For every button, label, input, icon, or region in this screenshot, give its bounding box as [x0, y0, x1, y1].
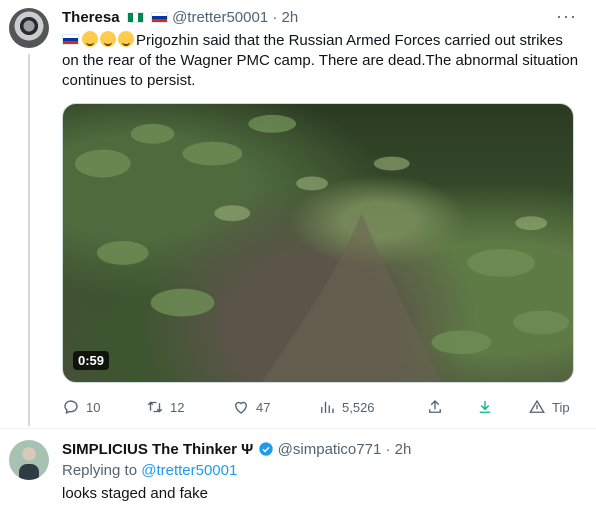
views-count: 5,526	[342, 399, 375, 415]
analytics-icon	[321, 401, 334, 413]
reply-count: 10	[86, 399, 101, 415]
share-button[interactable]	[426, 398, 444, 416]
reply-icon	[64, 400, 78, 415]
replying-to-handle-link[interactable]: @tretter50001	[141, 462, 237, 479]
russia-flag-icon	[62, 34, 79, 45]
relieved-face-icon	[82, 31, 98, 47]
timestamp[interactable]: 2h	[282, 9, 299, 26]
replying-to: Replying to @tretter50001	[62, 462, 237, 479]
video-duration: 0:59	[73, 351, 110, 370]
relieved-face-icon	[118, 31, 134, 47]
tip-icon	[529, 399, 545, 413]
separator: ·	[385, 441, 391, 458]
action-bar: 10 12 47 5,526 Tip	[62, 398, 572, 418]
reply-button[interactable]: 10	[62, 398, 100, 416]
more-options-icon[interactable]: ···	[556, 6, 577, 27]
video-thumbnail	[74, 114, 570, 382]
thread-line	[28, 54, 30, 426]
reply-author-handle[interactable]: @simpatico771	[278, 441, 382, 458]
tip-button[interactable]: Tip	[528, 398, 570, 416]
reply-timestamp[interactable]: 2h	[395, 441, 412, 458]
reply-author-name[interactable]: SIMPLICIUS The Thinker Ψ	[62, 441, 253, 458]
separator: ·	[272, 9, 278, 26]
tip-label: Tip	[552, 399, 570, 415]
replying-prefix: Replying to	[62, 462, 138, 479]
author-handle[interactable]: @tretter50001	[172, 9, 268, 26]
like-count: 47	[256, 399, 271, 415]
reply-text: looks staged and fake	[62, 485, 208, 502]
share-icon	[429, 400, 441, 413]
russia-flag-icon	[150, 12, 168, 23]
tweet-header: Theresa @tretter50001 · 2h	[62, 9, 298, 27]
verified-badge-icon[interactable]	[258, 441, 274, 457]
like-button[interactable]: 47	[232, 398, 270, 416]
reply-avatar[interactable]	[9, 440, 49, 480]
nigeria-flag-icon	[126, 12, 144, 23]
retweet-button[interactable]: 12	[146, 398, 184, 416]
download-button[interactable]	[476, 398, 494, 416]
retweet-icon	[147, 401, 163, 413]
retweet-count: 12	[170, 399, 185, 415]
author-name[interactable]: Theresa	[62, 9, 120, 26]
reply-header: SIMPLICIUS The Thinker Ψ @simpatico771 ·…	[62, 441, 411, 459]
avatar[interactable]	[9, 8, 49, 48]
tweet-text: Prigozhin said that the Russian Armed Fo…	[62, 31, 582, 91]
divider	[0, 428, 596, 429]
tweet-body: Prigozhin said that the Russian Armed Fo…	[62, 32, 579, 89]
views-button[interactable]: 5,526	[318, 398, 375, 416]
heart-icon	[235, 401, 247, 414]
video-player[interactable]: 0:59	[62, 103, 574, 383]
relieved-face-icon	[100, 31, 116, 47]
download-icon	[479, 401, 491, 413]
